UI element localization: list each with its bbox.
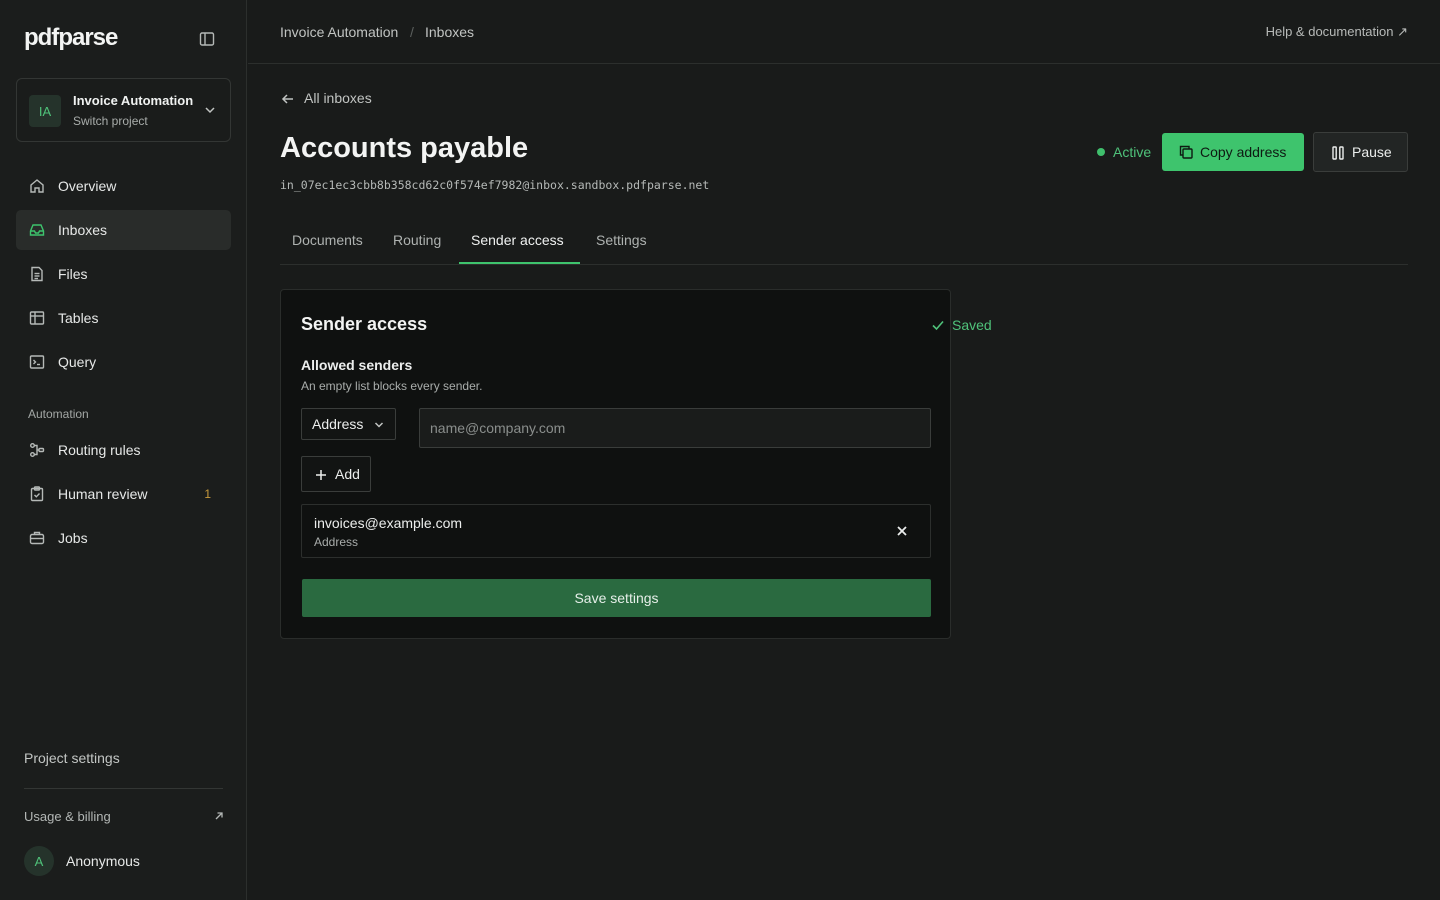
terminal-icon [29, 355, 45, 369]
breadcrumb-separator: / [410, 24, 414, 40]
arrow-left-icon [281, 94, 293, 104]
review-count-badge: 1 [204, 487, 211, 501]
sidebar-item-routing-rules[interactable]: Routing rules [16, 430, 231, 470]
sidebar-item-label: Inboxes [58, 222, 108, 238]
list-item: invoices@example.com Address [301, 504, 931, 558]
sidebar-item-label: Tables [58, 310, 99, 326]
breadcrumb-inboxes[interactable]: Inboxes [425, 24, 474, 40]
breadcrumb-project[interactable]: Invoice Automation [280, 24, 398, 40]
sender-type-value: Address [312, 416, 364, 432]
back-link-label: All inboxes [304, 90, 372, 106]
sidebar-item-label: Jobs [58, 530, 88, 546]
sidebar-item-label: Human review [58, 486, 148, 502]
clipboard-check-icon [30, 486, 44, 502]
external-link-icon[interactable] [213, 810, 225, 822]
inbox-tabs: Documents Routing Sender access Settings [280, 224, 1408, 265]
sidebar-item-jobs[interactable]: Jobs [16, 518, 231, 558]
sender-email-input[interactable] [419, 408, 931, 448]
briefcase-icon [29, 531, 45, 545]
automation-section-label: Automation [28, 407, 89, 421]
status-dot [1097, 148, 1105, 156]
usage-billing-link[interactable]: Usage & billing [24, 809, 111, 824]
sidebar-item-tables[interactable]: Tables [16, 298, 231, 338]
project-avatar: IA [29, 95, 61, 127]
add-label: Add [335, 466, 360, 482]
sidebar-item-label: Routing rules [58, 442, 141, 458]
project-switcher[interactable]: IA Invoice Automation Switch project [16, 78, 231, 142]
pause-icon [1332, 146, 1344, 160]
copy-address-label: Copy address [1200, 144, 1287, 160]
help-documentation-link[interactable]: Help & documentation ↗ [1266, 24, 1408, 40]
remove-sender-button[interactable] [892, 521, 912, 541]
sender-value: invoices@example.com [314, 515, 463, 531]
sidebar-item-label: Overview [58, 178, 117, 194]
chevron-down-icon [205, 107, 215, 114]
copy-icon [1179, 145, 1193, 159]
sidebar-item-inboxes[interactable]: Inboxes [16, 210, 231, 250]
file-icon [31, 266, 43, 282]
active-tab-indicator [459, 262, 580, 264]
saved-label: Saved [952, 317, 992, 333]
sidebar-item-overview[interactable]: Overview [16, 166, 231, 206]
add-sender-button[interactable]: Add [301, 456, 371, 492]
tab-sender-access[interactable]: Sender access [471, 232, 564, 248]
user-name[interactable]: Anonymous [66, 853, 140, 869]
table-icon [29, 311, 45, 325]
page-title: Accounts payable [280, 132, 529, 164]
sender-access-card: Sender access Saved Allowed senders An e… [280, 289, 992, 639]
copy-address-button[interactable]: Copy address [1162, 133, 1304, 171]
inbox-address: in_07ec1ec3cbb8b358cd62c0f574ef7982@inbo… [280, 178, 710, 192]
sidebar-item-files[interactable]: Files [16, 254, 231, 294]
inbox-icon [29, 224, 45, 236]
check-icon [932, 320, 944, 331]
close-icon [897, 526, 907, 536]
tab-routing[interactable]: Routing [393, 232, 441, 248]
chevron-down-icon [374, 422, 384, 428]
sender-type: Address [314, 535, 359, 549]
pause-button[interactable]: Pause [1313, 132, 1408, 172]
card-title: Sender access [301, 314, 428, 334]
sender-type-select[interactable]: Address [301, 408, 396, 440]
allowed-senders-help: An empty list blocks every sender. [301, 379, 483, 393]
project-name: Invoice Automation [73, 93, 194, 108]
sidebar-divider [24, 788, 223, 789]
tab-settings[interactable]: Settings [596, 232, 647, 248]
pause-label: Pause [1352, 144, 1392, 160]
tab-documents[interactable]: Documents [292, 232, 363, 248]
sidebar: pdfparse IA Invoice Automation Switch pr… [0, 0, 247, 900]
save-settings-button[interactable]: Save settings [302, 579, 931, 617]
switch-project-label: Switch project [73, 114, 148, 128]
plus-icon [316, 470, 326, 480]
routing-icon [30, 443, 45, 457]
top-bar: Invoice Automation / Inboxes Help & docu… [248, 0, 1440, 64]
sidebar-toggle-icon[interactable] [198, 30, 216, 48]
project-settings-link[interactable]: Project settings [24, 750, 120, 766]
app-logo[interactable]: pdfparse [24, 24, 118, 52]
user-avatar[interactable]: A [24, 846, 54, 876]
sidebar-item-label: Files [58, 266, 88, 282]
sidebar-item-label: Query [58, 354, 97, 370]
sidebar-item-human-review[interactable]: Human review 1 [16, 474, 231, 514]
allowed-senders-label: Allowed senders [301, 357, 413, 373]
sidebar-item-query[interactable]: Query [16, 342, 231, 382]
home-icon [30, 179, 44, 193]
status-badge: Active [1113, 144, 1152, 160]
